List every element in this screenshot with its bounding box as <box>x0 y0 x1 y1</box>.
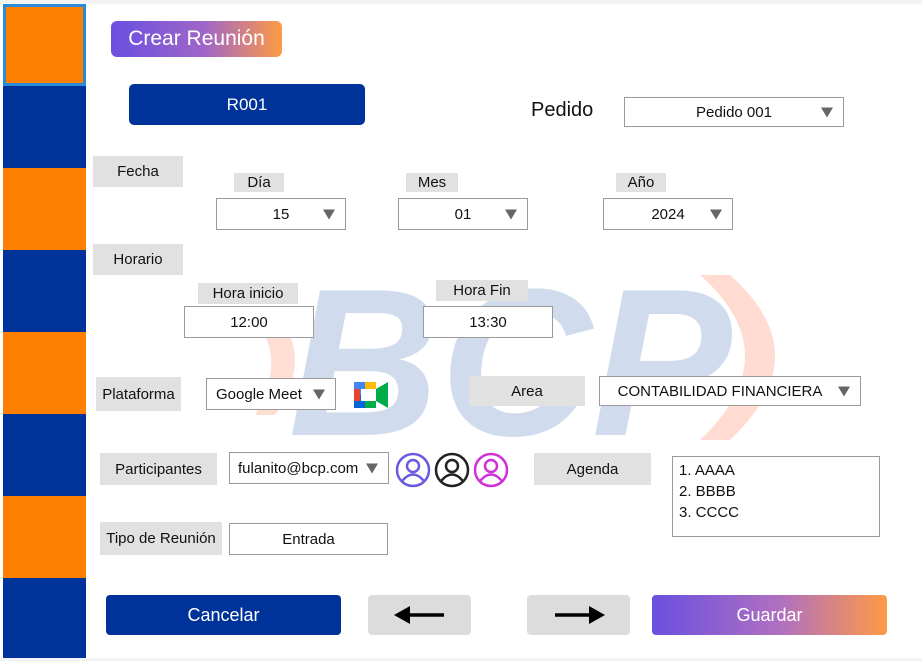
hora-fin-label: Hora Fin <box>436 280 528 301</box>
chevron-down-icon <box>313 389 325 400</box>
save-button[interactable]: Guardar <box>652 595 887 635</box>
arrow-left-icon <box>393 606 444 624</box>
sidebar-item-5[interactable] <box>3 332 86 414</box>
hora-inicio-label: Hora inicio <box>198 283 298 304</box>
chevron-down-icon <box>821 107 833 118</box>
mes-label: Mes <box>406 173 458 192</box>
page-title: Crear Reunión <box>111 21 282 57</box>
anio-value: 2024 <box>651 205 685 223</box>
sidebar-item-8[interactable] <box>3 578 86 658</box>
next-button[interactable] <box>527 595 630 635</box>
sidebar <box>3 4 86 658</box>
fecha-label: Fecha <box>93 156 183 187</box>
sidebar-item-7[interactable] <box>3 496 86 578</box>
chevron-down-icon <box>505 209 517 220</box>
chevron-down-icon <box>838 386 850 397</box>
participantes-value: fulanito@bcp.com <box>238 459 359 477</box>
user-icon-blue[interactable] <box>395 452 431 488</box>
user-icon-magenta[interactable] <box>473 452 509 488</box>
arrow-right-icon <box>554 606 605 624</box>
hora-inicio-input[interactable]: 12:00 <box>184 306 314 338</box>
pedido-value: Pedido 001 <box>696 103 772 121</box>
agenda-label: Agenda <box>534 453 651 485</box>
sidebar-item-6[interactable] <box>3 414 86 496</box>
agenda-textarea[interactable]: 1. AAAA 2. BBBB 3. CCCC <box>672 456 880 537</box>
google-meet-icon <box>354 382 388 408</box>
tipo-reunion-label: Tipo de Reunión <box>100 522 222 555</box>
sidebar-item-2[interactable] <box>3 86 86 168</box>
anio-select[interactable]: 2024 <box>603 198 733 230</box>
area-label: Area <box>469 376 585 406</box>
participantes-select[interactable]: fulanito@bcp.com <box>229 452 389 484</box>
anio-label: Año <box>616 173 666 192</box>
user-icon-black[interactable] <box>434 452 470 488</box>
hora-fin-input[interactable]: 13:30 <box>423 306 553 338</box>
agenda-item: 2. BBBB <box>679 483 736 500</box>
agenda-item: 3. CCCC <box>679 504 740 521</box>
dia-value: 15 <box>272 205 290 223</box>
meeting-code-button[interactable]: R001 <box>129 84 365 125</box>
dia-label: Día <box>234 173 284 192</box>
pedido-label: Pedido <box>531 99 594 121</box>
sidebar-item-3[interactable] <box>3 168 86 250</box>
agenda-item: 1. AAAA <box>679 462 735 479</box>
participantes-label: Participantes <box>100 453 217 485</box>
plataforma-select[interactable]: Google Meet <box>206 378 336 410</box>
pedido-select[interactable]: Pedido 001 <box>624 97 844 127</box>
mes-value: 01 <box>454 205 472 223</box>
cancel-button[interactable]: Cancelar <box>106 595 341 635</box>
tipo-reunion-input[interactable]: Entrada <box>229 523 388 555</box>
area-select[interactable]: CONTABILIDAD FINANCIERA <box>599 376 861 406</box>
sidebar-item-4[interactable] <box>3 250 86 332</box>
chevron-down-icon <box>366 463 378 474</box>
plataforma-label: Plataforma <box>96 377 181 411</box>
back-button[interactable] <box>368 595 471 635</box>
sidebar-item-1[interactable] <box>3 4 86 86</box>
chevron-down-icon <box>323 209 335 220</box>
horario-label: Horario <box>93 244 183 275</box>
chevron-down-icon <box>710 209 722 220</box>
area-value: CONTABILIDAD FINANCIERA <box>617 382 823 400</box>
mes-select[interactable]: 01 <box>398 198 528 230</box>
dia-select[interactable]: 15 <box>216 198 346 230</box>
plataforma-value: Google Meet <box>216 385 302 403</box>
